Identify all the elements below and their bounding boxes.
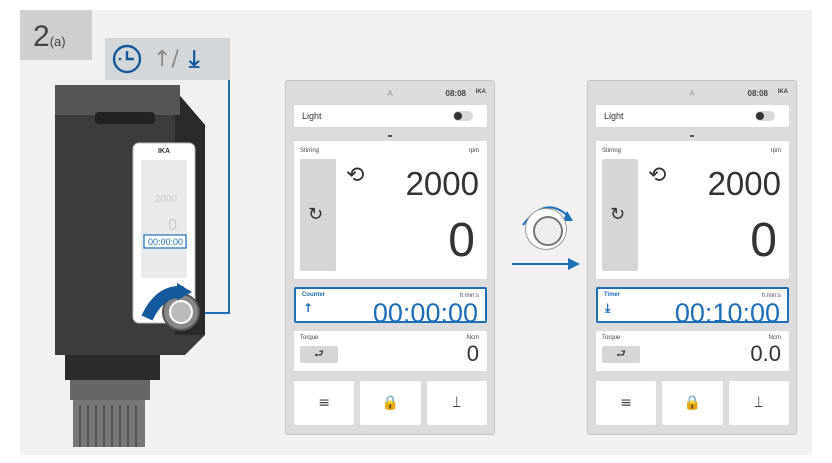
spin-icon: ⟲	[346, 163, 365, 188]
stirring-label: Stirring	[300, 148, 320, 154]
brand-logo: IKA	[777, 89, 788, 95]
speed-setpoint: 2000	[707, 165, 781, 202]
light-row: Light	[294, 105, 487, 127]
timer-icon-strip: ↑/ ⤓	[105, 38, 230, 80]
menu-button[interactable]: ≡	[294, 381, 355, 425]
torque-reset-button[interactable]: ⮐	[300, 346, 338, 363]
graph-button[interactable]: ⟘	[728, 381, 789, 425]
torque-panel: Torque Ncm ⮐ 0.0	[596, 331, 789, 371]
lock-button[interactable]: 🔒	[360, 381, 421, 425]
illustration-stage: 2(a) ↑/ ⤓ IKA 2000 0 00:00:00 A 08:08 IK…	[0, 0, 832, 463]
timer-label: Timer	[604, 292, 621, 298]
transition-arrow-icon	[512, 258, 580, 270]
torque-label: Torque	[300, 335, 319, 341]
device-brand: IKA	[158, 148, 170, 155]
bottom-buttons: ≡ 🔒 ⟘	[294, 381, 487, 425]
device-rpm: 2000	[155, 194, 178, 205]
counter-value: 00:00:00	[372, 298, 478, 328]
light-label: Light	[302, 111, 322, 121]
light-toggle[interactable]	[453, 111, 473, 121]
stirring-panel: Stirring rpm ↻ ⟲ 2000 0	[294, 141, 487, 279]
page-indicator	[388, 135, 392, 137]
stirring-unit: rpm	[770, 148, 781, 154]
device-zero: 0	[168, 217, 177, 234]
torque-value: 0.0	[750, 341, 781, 366]
spin-icon: ⟲	[648, 163, 667, 188]
stirring-panel: Stirring rpm ↻ ⟲ 2000 0	[596, 141, 789, 279]
status-bar: A 08:08 IKA	[286, 81, 494, 103]
menu-button[interactable]: ≡	[596, 381, 657, 425]
arrow-up-icon: ↑/	[153, 46, 179, 72]
bottom-buttons: ≡ 🔒 ⟘	[596, 381, 789, 425]
rotary-knob[interactable]	[525, 208, 567, 250]
timer-panel[interactable]: Timer h:min:s ⤓ 00:10:00	[596, 287, 789, 328]
step-number: 2	[33, 20, 50, 53]
step-label: 2(a)	[20, 10, 92, 60]
display-screen-before: A 08:08 IKA Light Stirring rpm ↻ ⟲ 2000 …	[285, 80, 495, 435]
display-screen-after: A 08:08 IKA Light Stirring rpm ↻ ⟲ 2000 …	[587, 80, 797, 435]
rotation-icon: ↻	[308, 204, 324, 225]
clock-time: 08:08	[445, 89, 466, 98]
timer-value: 00:10:00	[674, 298, 780, 328]
torque-panel: Torque Ncm ⮐ 0	[294, 331, 487, 371]
torque-reset-button[interactable]: ⮐	[602, 346, 640, 363]
actual-speed: 0	[448, 214, 475, 267]
light-toggle[interactable]	[755, 111, 775, 121]
torque-label: Torque	[602, 335, 621, 341]
graph-button[interactable]: ⟘	[426, 381, 487, 425]
stirrer-device: IKA 2000 0 00:00:00	[55, 85, 205, 447]
brand-logo: IKA	[475, 89, 486, 95]
clock-time: 08:08	[747, 89, 768, 98]
count-up-icon: ↑	[303, 301, 314, 315]
light-row: Light	[596, 105, 789, 127]
light-label: Light	[604, 111, 624, 121]
counter-panel[interactable]: Counter h:min:s ↑ 00:00:00	[294, 287, 487, 328]
arrow-down-to-line-icon: ⤓	[188, 45, 200, 73]
lock-button[interactable]: 🔒	[662, 381, 723, 425]
page-indicator	[690, 135, 694, 137]
actual-speed: 0	[750, 214, 777, 267]
counter-label: Counter	[302, 292, 325, 298]
rotation-icon: ↻	[610, 204, 626, 225]
count-down-icon: ⤓	[605, 301, 611, 315]
stirring-unit: rpm	[468, 148, 479, 154]
speed-setpoint: 2000	[405, 165, 479, 202]
status-bar: A 08:08 IKA	[588, 81, 796, 103]
clock-icon	[112, 44, 142, 74]
stirring-label: Stirring	[602, 148, 622, 154]
torque-value: 0	[466, 341, 479, 366]
step-suffix: (a)	[49, 34, 66, 49]
device-timer-value: 00:00:00	[148, 237, 183, 247]
